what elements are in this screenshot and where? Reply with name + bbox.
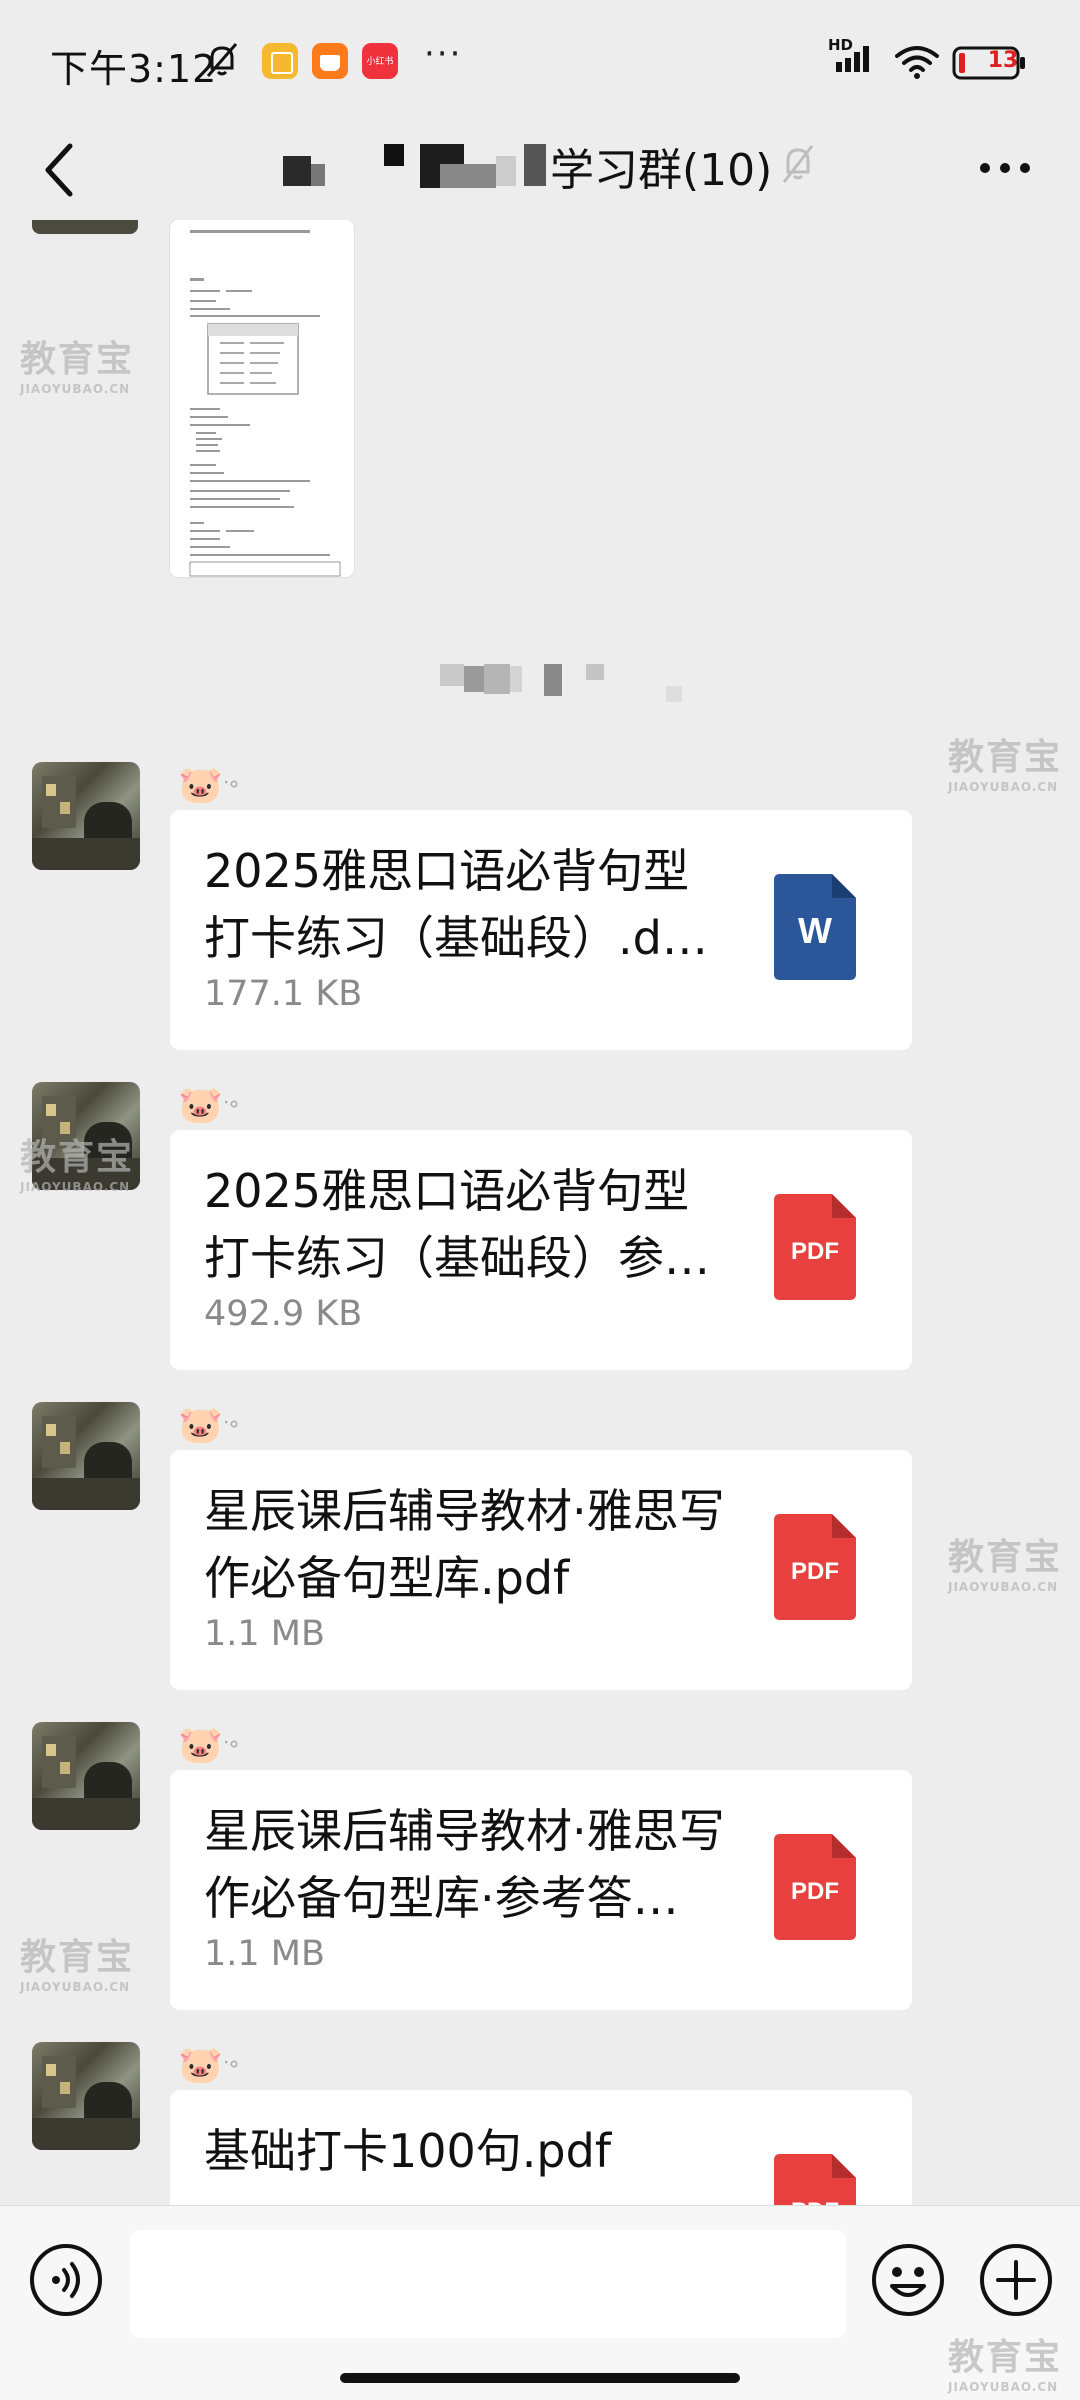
pig-emoji-icon: 🐷 — [178, 2045, 223, 2086]
file-type-label: W — [798, 910, 832, 951]
input-bar — [0, 2205, 1080, 2400]
voice-input-icon[interactable] — [28, 2242, 104, 2318]
status-time: 下午3:12 — [50, 47, 218, 91]
avatar[interactable] — [32, 1082, 140, 1190]
pdf-file-icon: PDF — [774, 1834, 856, 1940]
wechat-group-chat-screen: 下午3:12 小红书 ··· HD 13 学习群(10) 🐷ᐝ° 2025雅思口… — [0, 0, 1080, 2400]
file-size: 1.1 MB — [204, 1934, 325, 1974]
taobao-app-icon — [312, 43, 348, 79]
home-indicator[interactable] — [340, 2373, 740, 2383]
xiaohongshu-app-icon: 小红书 — [362, 43, 398, 79]
file-name: 星辰课后辅导教材·雅思写作必备句型库·参考答… — [204, 1804, 725, 1925]
pdf-file-icon: PDF — [774, 1194, 856, 1300]
file-name: 2025雅思口语必背句型打卡练习（基础段）参… — [204, 1164, 710, 1285]
battery-level: 13 — [987, 48, 1019, 73]
message-input[interactable] — [130, 2230, 846, 2338]
avatar[interactable] — [32, 220, 138, 234]
file-type-label: PDF — [791, 1878, 839, 1905]
file-message-card[interactable]: 2025雅思口语必背句型打卡练习（基础段）参… 492.9 KB PDF — [170, 1130, 912, 1370]
pig-emoji-icon: 🐷 — [178, 765, 223, 806]
pig-emoji-icon: 🐷 — [178, 1085, 223, 1126]
file-type-label: PDF — [791, 1558, 839, 1585]
bell-muted-icon — [206, 43, 238, 77]
sender-name: 🐷ᐝ° — [178, 1405, 240, 1446]
xiaohongshu-app-label: 小红书 — [366, 57, 394, 67]
pig-emoji-icon: 🐷 — [178, 1405, 223, 1446]
sender-name: 🐷ᐝ° — [178, 1725, 240, 1766]
file-name: 星辰课后辅导教材·雅思写作必备句型库.pdf — [204, 1484, 725, 1605]
pdf-file-icon: PDF — [774, 2154, 856, 2205]
file-message-card[interactable]: 2025雅思口语必背句型打卡练习（基础段）.docx 177.1 KB W — [170, 810, 912, 1050]
notes-app-icon — [262, 43, 298, 79]
word-file-icon: W — [774, 874, 856, 980]
file-message-card[interactable]: 星辰课后辅导教材·雅思写作必备句型库·参考答… 1.1 MB PDF — [170, 1770, 912, 2010]
add-attachment-icon[interactable] — [978, 2242, 1054, 2318]
document-page-thumbnail — [170, 220, 354, 577]
bell-muted-icon — [782, 145, 814, 183]
wifi-icon — [895, 46, 939, 79]
chat-title: 学习群(10) — [550, 145, 773, 196]
more-options-icon[interactable] — [975, 138, 1035, 198]
document-preview-image[interactable] — [170, 220, 354, 577]
file-type-label: PDF — [774, 2198, 856, 2205]
pig-emoji-icon: 🐷 — [178, 1725, 223, 1766]
more-notifications-icon: ··· — [424, 34, 463, 74]
file-name: 基础打卡100句.pdf — [204, 2124, 612, 2178]
file-message-card[interactable]: 星辰课后辅导教材·雅思写作必备句型库.pdf 1.1 MB PDF — [170, 1450, 912, 1690]
emoji-icon[interactable] — [870, 2242, 946, 2318]
message-list[interactable]: 🐷ᐝ° 2025雅思口语必背句型打卡练习（基础段）.docx 177.1 KB … — [0, 220, 1080, 2205]
back-arrow-icon[interactable] — [40, 138, 80, 202]
file-name: 2025雅思口语必背句型打卡练习（基础段）.docx — [204, 844, 716, 965]
file-message-card[interactable]: 基础打卡100句.pdf PDF — [170, 2090, 912, 2205]
sender-name: 🐷ᐝ° — [178, 1085, 240, 1126]
sender-name: 🐷ᐝ° — [178, 2045, 240, 2086]
file-size: 177.1 KB — [204, 974, 363, 1014]
avatar[interactable] — [32, 2042, 140, 2150]
avatar[interactable] — [32, 762, 140, 870]
file-size: 492.9 KB — [204, 1294, 363, 1334]
file-type-label: PDF — [791, 1238, 839, 1265]
status-bar: 下午3:12 小红书 ··· HD 13 — [0, 0, 1080, 120]
pdf-file-icon: PDF — [774, 1514, 856, 1620]
chat-header: 学习群(10) — [0, 120, 1080, 220]
avatar[interactable] — [32, 1402, 140, 1510]
file-size: 1.1 MB — [204, 1614, 325, 1654]
avatar[interactable] — [32, 1722, 140, 1830]
sender-name: 🐷ᐝ° — [178, 765, 240, 806]
